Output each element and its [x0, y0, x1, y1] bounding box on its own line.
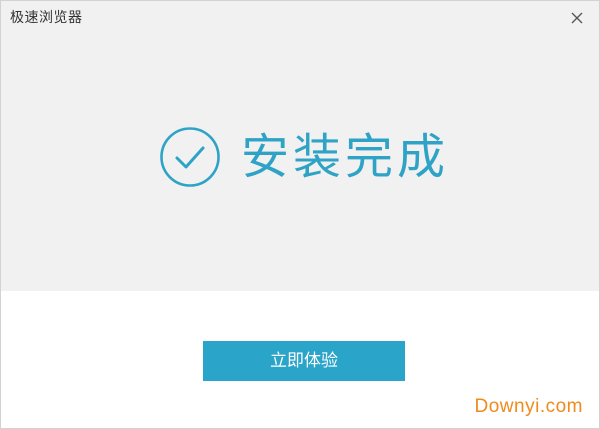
- install-status: 安装完成: [159, 125, 449, 189]
- top-panel: 极速浏览器 安装完成: [1, 1, 599, 291]
- window-title: 极速浏览器: [10, 10, 83, 26]
- status-text: 安装完成: [241, 129, 450, 185]
- check-circle-icon: [160, 127, 220, 187]
- close-icon: [571, 12, 583, 24]
- try-now-button[interactable]: 立即体验: [203, 341, 405, 381]
- installer-window: 极速浏览器 安装完成 立即体验 Downyi.com: [0, 0, 600, 429]
- watermark-text: Downyi.com: [474, 396, 583, 417]
- close-button[interactable]: [567, 8, 587, 28]
